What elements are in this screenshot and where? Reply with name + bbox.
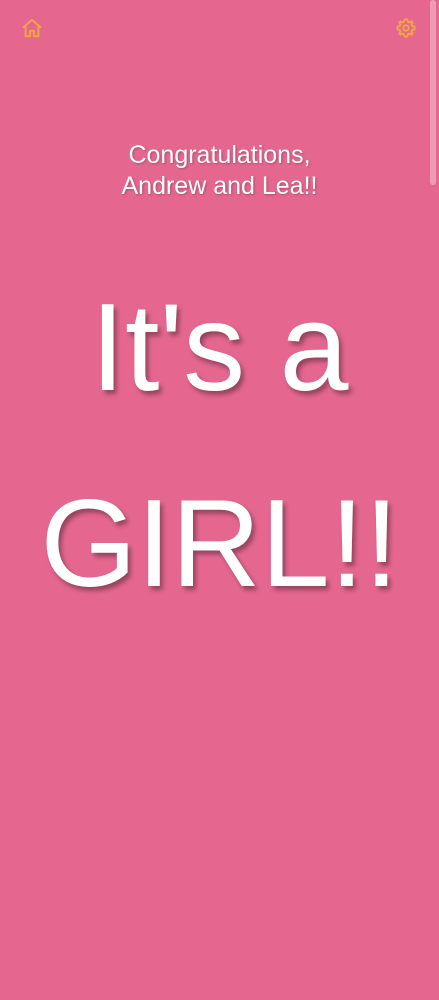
settings-button[interactable] xyxy=(394,16,418,40)
congratulations-line: Congratulations, xyxy=(128,141,311,169)
home-icon xyxy=(22,18,42,38)
announcement-line-2: GIRL!! xyxy=(40,475,399,613)
congratulations-message: Congratulations, Andrew and Lea!! xyxy=(0,140,439,202)
parents-names: Andrew and Lea!! xyxy=(121,172,318,200)
home-button[interactable] xyxy=(20,16,44,40)
announcement-line-1: It's a xyxy=(90,279,349,417)
gear-icon xyxy=(396,18,416,38)
